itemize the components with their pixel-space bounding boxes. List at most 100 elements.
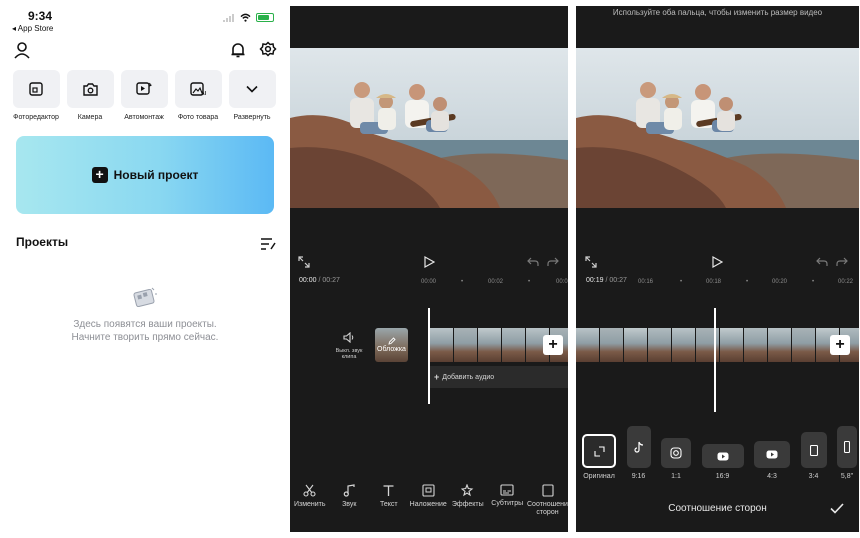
toolbar-label: Звук bbox=[342, 501, 357, 508]
film-clapper-icon bbox=[133, 287, 157, 308]
add-clip-button[interactable]: + bbox=[543, 335, 563, 355]
edit-list-icon[interactable] bbox=[259, 235, 277, 253]
speaker-icon bbox=[343, 332, 354, 343]
ratio-original[interactable]: Оригинал bbox=[582, 434, 616, 480]
ratio-label: 5,8" bbox=[840, 473, 854, 480]
ratio-label: 4:3 bbox=[767, 473, 777, 480]
subtitles-icon bbox=[500, 484, 514, 496]
video-frame-thumbnail bbox=[648, 328, 672, 362]
effects-icon bbox=[461, 484, 474, 497]
editor-toolbar: Изменить Звук Текст Наложение Эффекты Су… bbox=[290, 484, 568, 517]
tool-label: Фоторедактор bbox=[13, 114, 59, 121]
status-time: 9:34 bbox=[28, 9, 53, 23]
aspect-ratio-screen: Используйте оба пальца, чтобы изменить р… bbox=[576, 6, 859, 532]
undo-icon[interactable] bbox=[527, 256, 539, 267]
youtube-icon bbox=[717, 452, 728, 460]
timeline-tick: 00:0 bbox=[556, 279, 568, 285]
time-readout: 00:19 / 00:27 bbox=[586, 277, 627, 284]
toolbar-text[interactable]: Текст bbox=[369, 484, 409, 517]
toolbar-label: Изменить bbox=[293, 501, 326, 508]
video-frame-thumbnail bbox=[696, 328, 720, 362]
ratio-3-4[interactable]: 3:4 bbox=[800, 432, 827, 480]
play-icon[interactable] bbox=[423, 256, 435, 268]
status-indicators bbox=[223, 13, 274, 22]
phone-icon bbox=[844, 441, 850, 453]
timeline-tick: 00:16 bbox=[638, 279, 654, 285]
aspect-ratio-options: Оригинал 9:16 1:1 16:9 4:3 3:4 5,8" bbox=[582, 426, 857, 480]
editor-screen: 00:00 / 00:27 00:00 • 00:02 • 00:0 Выкл.… bbox=[290, 6, 568, 532]
back-to-app-store[interactable]: ◂ App Store bbox=[12, 24, 53, 33]
tool-photo-editor[interactable]: Фоторедактор bbox=[12, 70, 60, 121]
playhead[interactable] bbox=[428, 308, 430, 404]
tool-camera[interactable]: Камера bbox=[66, 70, 114, 121]
video-track[interactable] bbox=[576, 328, 859, 362]
tool-label: Фото товара bbox=[177, 114, 219, 121]
new-project-button[interactable]: + Новый проект bbox=[16, 136, 274, 214]
tiktok-icon bbox=[633, 441, 643, 453]
toolbar-aspect-ratio[interactable]: Соотношение сторон bbox=[527, 484, 568, 517]
tool-automontage[interactable]: Автомонтаж bbox=[120, 70, 168, 121]
ratio-1-1[interactable]: 1:1 bbox=[661, 438, 691, 480]
ratio-9-16[interactable]: 9:16 bbox=[626, 426, 651, 480]
timeline-tick: 00:18 bbox=[706, 279, 722, 285]
empty-line-1: Здесь появятся ваши проекты. bbox=[73, 319, 217, 330]
redo-icon[interactable] bbox=[836, 256, 848, 267]
redo-icon[interactable] bbox=[547, 256, 559, 267]
video-frame-thumbnail bbox=[672, 328, 696, 362]
tool-label: Камера bbox=[77, 114, 103, 121]
video-preview bbox=[290, 48, 568, 208]
fullscreen-icon[interactable] bbox=[298, 256, 310, 268]
add-audio-label: Добавить аудио bbox=[442, 373, 495, 381]
mute-clip-button[interactable]: Выкл. звук клипа bbox=[334, 332, 364, 360]
timeline-tick: 00:00 bbox=[421, 279, 437, 285]
add-audio-button[interactable]: + Добавить аудио bbox=[430, 366, 568, 388]
fullscreen-icon[interactable] bbox=[585, 256, 597, 268]
undo-icon[interactable] bbox=[816, 256, 828, 267]
quick-tools: Фоторедактор Камера Автомонтаж AI Фото т… bbox=[12, 70, 276, 121]
playhead[interactable] bbox=[714, 308, 716, 412]
ratio-label: 9:16 bbox=[631, 473, 646, 480]
ratio-label: Оригинал bbox=[583, 473, 615, 480]
video-frame-thumbnail bbox=[430, 328, 454, 362]
total-time: 00:27 bbox=[609, 277, 627, 284]
gear-icon[interactable] bbox=[259, 41, 277, 59]
video-frame-thumbnail bbox=[720, 328, 744, 362]
tool-label: Автомонтаж bbox=[124, 114, 164, 121]
portrait-icon bbox=[809, 444, 818, 456]
tool-product-photo[interactable]: AI Фото товара bbox=[174, 70, 222, 121]
toolbar-label: Соотношение сторон bbox=[527, 501, 568, 516]
text-icon bbox=[383, 485, 394, 496]
projects-title: Проекты bbox=[16, 235, 69, 249]
video-frame-thumbnail bbox=[624, 328, 648, 362]
toolbar-overlay[interactable]: Наложение bbox=[409, 484, 449, 517]
profile-icon[interactable] bbox=[13, 41, 31, 59]
wifi-icon bbox=[240, 13, 251, 22]
ratio-label: 1:1 bbox=[671, 473, 681, 480]
toolbar-subtitles[interactable]: Субтитры bbox=[488, 484, 528, 517]
product-photo-icon: AI bbox=[190, 82, 206, 96]
timeline-tick: 00:02 bbox=[488, 279, 504, 285]
checkmark-icon[interactable] bbox=[830, 503, 844, 514]
timeline-tick: 00:22 bbox=[838, 279, 854, 285]
play-icon[interactable] bbox=[711, 256, 723, 268]
current-time: 00:00 bbox=[299, 277, 317, 284]
video-frame-thumbnail bbox=[576, 328, 600, 362]
home-screen: 9:34 ◂ App Store Фоторедактор Камера Авт… bbox=[0, 0, 288, 538]
video-frame-thumbnail bbox=[478, 328, 502, 362]
bell-icon[interactable] bbox=[229, 41, 247, 59]
toolbar-sound[interactable]: Звук bbox=[330, 484, 370, 517]
ratio-16-9[interactable]: 16:9 bbox=[701, 444, 744, 480]
video-frame-thumbnail bbox=[792, 328, 816, 362]
add-clip-button[interactable]: + bbox=[830, 335, 850, 355]
video-frame-thumbnail bbox=[600, 328, 624, 362]
ratio-4-3[interactable]: 4:3 bbox=[754, 441, 790, 480]
scissors-icon bbox=[303, 484, 316, 497]
video-frame-thumbnail bbox=[768, 328, 792, 362]
signal-icon bbox=[223, 13, 234, 22]
cover-button[interactable]: Обложка bbox=[375, 328, 408, 362]
ratio-5-8[interactable]: 5,8" bbox=[837, 426, 857, 480]
tool-expand[interactable]: Развернуть bbox=[228, 70, 276, 121]
toolbar-edit[interactable]: Изменить bbox=[290, 484, 330, 517]
toolbar-effects[interactable]: Эффекты bbox=[448, 484, 488, 517]
timeline-tick: 00:20 bbox=[772, 279, 788, 285]
